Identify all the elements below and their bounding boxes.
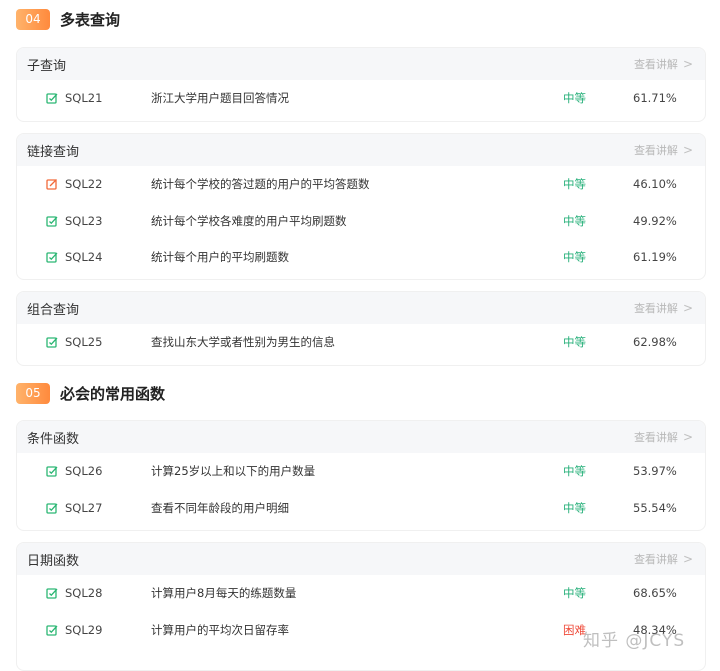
watermark-text: 知乎 @JCYS <box>583 631 686 651</box>
question-id: SQL22 <box>65 177 103 192</box>
view-explanation-link[interactable]: 查看讲解 > <box>634 429 693 445</box>
question-id: SQL25 <box>65 335 103 350</box>
section-header-05: 05 必会的常用函数 <box>16 381 165 405</box>
question-id: SQL27 <box>65 500 103 515</box>
view-explanation-link[interactable]: 查看讲解 > <box>634 56 693 72</box>
group-title: 日期函数 <box>27 553 80 569</box>
section-header-04: 04 多表查询 <box>16 7 120 31</box>
question-row[interactable]: SQL27 查看不同年龄段的用户明细 中等 55.54% <box>17 490 705 527</box>
group-title: 子查询 <box>27 58 67 74</box>
question-title[interactable]: 统计每个用户的平均刷题数 <box>151 249 563 265</box>
section-number-badge: 04 <box>16 8 50 30</box>
group-card-subquery: 子查询 查看讲解 > SQL21 浙江大学用户题目回答情况 中等 61.71% <box>16 47 706 122</box>
difficulty-label: 中等 <box>563 250 586 265</box>
group-title: 条件函数 <box>27 431 80 447</box>
chevron-right-icon: > <box>682 143 693 157</box>
chevron-right-icon: > <box>682 301 693 315</box>
question-id: SQL21 <box>65 91 103 106</box>
question-row[interactable]: SQL21 浙江大学用户题目回答情况 中等 61.71% <box>17 80 705 117</box>
edit-check-icon <box>46 251 58 263</box>
pass-rate: 68.65% <box>633 586 677 601</box>
question-id: SQL24 <box>65 250 103 265</box>
group-title: 链接查询 <box>27 144 80 160</box>
question-row[interactable]: SQL22 统计每个学校的答过题的用户的平均答题数 中等 46.10% <box>17 166 705 203</box>
difficulty-label: 中等 <box>563 464 586 479</box>
edit-check-icon <box>46 587 58 599</box>
group-header: 条件函数 查看讲解 > <box>17 421 705 453</box>
group-card-join-query: 链接查询 查看讲解 > SQL22 统计每个学校的答过题的用户的平均答题数 中等 … <box>16 133 706 280</box>
group-card-date-functions: 日期函数 查看讲解 > SQL28 计算用户8月每天的练题数量 中等 68.65%… <box>16 542 706 671</box>
edit-attempted-icon <box>46 178 58 190</box>
difficulty-label: 中等 <box>563 213 586 228</box>
question-title[interactable]: 计算25岁以上和以下的用户数量 <box>151 463 563 479</box>
chevron-right-icon: > <box>682 57 693 71</box>
group-header: 链接查询 查看讲解 > <box>17 134 705 166</box>
pass-rate: 46.10% <box>633 177 677 192</box>
edit-check-icon <box>46 624 58 636</box>
question-title[interactable]: 统计每个学校的答过题的用户的平均答题数 <box>151 176 563 192</box>
group-card-union-query: 组合查询 查看讲解 > SQL25 查找山东大学或者性别为男生的信息 中等 62.… <box>16 291 706 366</box>
view-explanation-link[interactable]: 查看讲解 > <box>634 142 693 158</box>
question-title[interactable]: 统计每个学校各难度的用户平均刷题数 <box>151 213 563 229</box>
difficulty-label: 中等 <box>563 586 586 601</box>
pass-rate: 55.54% <box>633 500 677 515</box>
group-title: 组合查询 <box>27 302 80 318</box>
question-title[interactable]: 计算用户8月每天的练题数量 <box>151 585 563 601</box>
pass-rate: 61.19% <box>633 250 677 265</box>
question-title[interactable]: 计算用户的平均次日留存率 <box>151 622 563 638</box>
difficulty-label: 中等 <box>563 177 586 192</box>
question-id: SQL26 <box>65 464 103 479</box>
question-row[interactable]: SQL24 统计每个用户的平均刷题数 中等 61.19% <box>17 239 705 276</box>
difficulty-label: 中等 <box>563 335 586 350</box>
group-card-conditional-functions: 条件函数 查看讲解 > SQL26 计算25岁以上和以下的用户数量 中等 53.9… <box>16 420 706 531</box>
question-row[interactable]: SQL28 计算用户8月每天的练题数量 中等 68.65% <box>17 575 705 612</box>
group-header: 组合查询 查看讲解 > <box>17 292 705 324</box>
edit-check-icon <box>46 336 58 348</box>
question-title[interactable]: 查找山东大学或者性别为男生的信息 <box>151 334 563 350</box>
section-number-badge: 05 <box>16 382 50 404</box>
difficulty-label: 中等 <box>563 91 586 106</box>
edit-check-icon <box>46 465 58 477</box>
section-title: 必会的常用函数 <box>60 384 166 403</box>
question-row[interactable]: SQL25 查找山东大学或者性别为男生的信息 中等 62.98% <box>17 324 705 361</box>
question-row[interactable]: SQL26 计算25岁以上和以下的用户数量 中等 53.97% <box>17 453 705 490</box>
pass-rate: 53.97% <box>633 464 677 479</box>
question-title[interactable]: 浙江大学用户题目回答情况 <box>151 90 563 106</box>
chevron-right-icon: > <box>682 552 693 566</box>
edit-check-icon <box>46 92 58 104</box>
group-header: 子查询 查看讲解 > <box>17 48 705 80</box>
view-explanation-link[interactable]: 查看讲解 > <box>634 551 693 567</box>
section-title: 多表查询 <box>60 10 121 29</box>
question-row[interactable]: SQL23 统计每个学校各难度的用户平均刷题数 中等 49.92% <box>17 203 705 240</box>
question-title[interactable]: 查看不同年龄段的用户明细 <box>151 500 563 516</box>
group-header: 日期函数 查看讲解 > <box>17 543 705 575</box>
question-id: SQL29 <box>65 622 103 637</box>
question-id: SQL23 <box>65 213 103 228</box>
edit-check-icon <box>46 502 58 514</box>
edit-check-icon <box>46 215 58 227</box>
chevron-right-icon: > <box>682 430 693 444</box>
view-explanation-link[interactable]: 查看讲解 > <box>634 300 693 316</box>
pass-rate: 62.98% <box>633 335 677 350</box>
difficulty-label: 中等 <box>563 500 586 515</box>
question-id: SQL28 <box>65 586 103 601</box>
pass-rate: 61.71% <box>633 91 677 106</box>
pass-rate: 49.92% <box>633 213 677 228</box>
